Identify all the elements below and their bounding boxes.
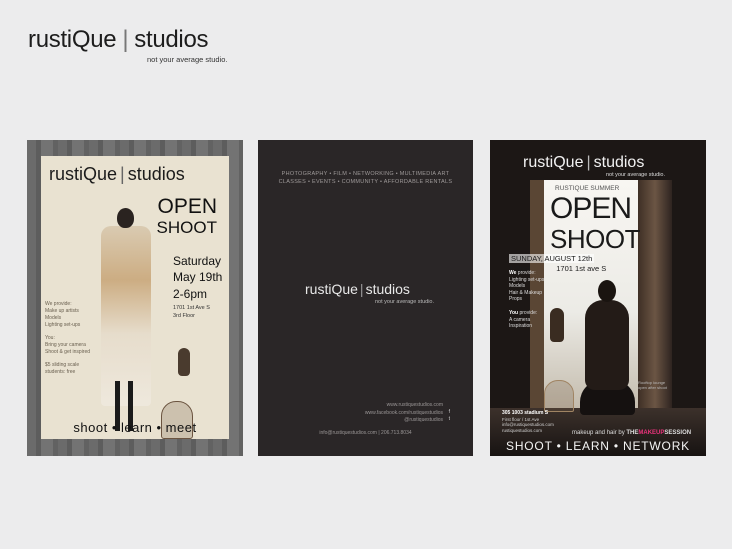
list-item: Lighting set-ups bbox=[45, 322, 81, 328]
poster1-brand-name: rustiQue bbox=[49, 164, 118, 184]
poster3-studios: studios bbox=[593, 154, 645, 171]
header-logo: rustiQue | studios bbox=[28, 26, 209, 54]
poster3-address: 1701 1st ave S bbox=[556, 264, 607, 273]
poster3-side-note: Rooftop lounge open after shoot bbox=[638, 380, 667, 390]
poster3-brand: rustiQue | studios bbox=[523, 154, 644, 172]
poster1-brand: rustiQue | studios bbox=[49, 164, 185, 185]
poster1-address-floor: 3rd Floor bbox=[173, 313, 196, 319]
poster1-time: 2-6pm bbox=[173, 287, 208, 301]
poster1-footer: shoot • learn • meet bbox=[73, 420, 197, 435]
poster2-services-line1: PHOTOGRAPHY • FILM • NETWORKING • MULTIM… bbox=[281, 171, 450, 177]
list-item: We provide: bbox=[45, 301, 72, 307]
facebook-icon: f bbox=[448, 409, 450, 415]
poster1-date: May 19th bbox=[173, 270, 223, 284]
venue-street: 305 1003 stadium S bbox=[502, 410, 549, 416]
poster1-shoot: SHOOT bbox=[156, 218, 217, 237]
owl-figure bbox=[550, 308, 564, 342]
website-link[interactable]: www.rustiquestudios.com bbox=[365, 402, 443, 410]
list-item: $5 sliding scale bbox=[45, 362, 80, 368]
poster3-credit: makeup and hair by THEMAKEUPSESSION bbox=[572, 430, 691, 436]
poster3-we-provide: We provide: Lighting set-ups Models Hair… bbox=[509, 270, 544, 303]
poster2-links: www.rustiquestudios.com www.facebook.com… bbox=[365, 402, 443, 425]
credit-name: MAKEUP bbox=[638, 430, 665, 436]
poster3-date: SUNDAY, AUGUST 12th bbox=[509, 254, 595, 263]
list-item: Props bbox=[509, 296, 523, 302]
list-item: You: bbox=[45, 335, 55, 341]
poster1-open: OPEN bbox=[157, 195, 217, 218]
twitter-link[interactable]: @rustiquestudios bbox=[365, 417, 443, 425]
model-dress bbox=[101, 226, 151, 406]
list-item: Shoot & get inspired bbox=[45, 349, 91, 355]
poster1-studios: studios bbox=[127, 164, 185, 184]
door-frame-left bbox=[530, 180, 544, 430]
poster2-brand-name: rustiQue bbox=[305, 281, 358, 297]
poster-back-black[interactable]: PHOTOGRAPHY • FILM • NETWORKING • MULTIM… bbox=[258, 140, 473, 456]
list-item: Models bbox=[45, 315, 62, 321]
facebook-link[interactable]: www.facebook.com/rustiquestudios bbox=[365, 410, 443, 418]
credit-session: SESSION bbox=[664, 430, 692, 436]
list-item: students: free bbox=[45, 369, 76, 375]
list-item: rustiquestudios.com bbox=[502, 427, 543, 433]
poster1-address: 1701 1st Ave S 3rd Floor bbox=[173, 304, 210, 320]
poster3-you-provide: You provide: A camera Inspiration bbox=[509, 310, 537, 330]
header-studios: studios bbox=[134, 26, 209, 53]
poster-summer-open-shoot[interactable]: rustiQue | studios not your average studio… bbox=[490, 140, 706, 456]
poster3-venue: 305 1003 stadium S First floor / 1st Ave… bbox=[502, 410, 554, 433]
poster2-contact: info@rustiquestudios.com | 206.713.8034 bbox=[319, 430, 412, 436]
list-item: Inspiration bbox=[509, 323, 533, 329]
we-label-rest: provide: bbox=[516, 270, 536, 276]
twitter-icon: t bbox=[448, 416, 450, 422]
birdcage bbox=[544, 380, 574, 412]
list-item: Bring your camera bbox=[45, 342, 86, 348]
poster2-divider: | bbox=[359, 281, 364, 297]
poster1-divider: | bbox=[120, 164, 125, 184]
poster3-divider: | bbox=[586, 154, 591, 171]
poster1-details: We provide: Make up artists Models Light… bbox=[45, 301, 90, 376]
poster3-shoot: SHOOT bbox=[550, 224, 640, 254]
header-brand: rustiQue bbox=[28, 26, 117, 53]
owl-figure bbox=[178, 348, 190, 376]
header-tagline: not your average studio. bbox=[147, 55, 228, 64]
you-label: You bbox=[509, 310, 519, 316]
seated-woman bbox=[580, 280, 635, 420]
poster2-studios: studios bbox=[365, 281, 410, 297]
woman-torso bbox=[585, 300, 629, 390]
poster-open-shoot-may[interactable]: rustiQue | studios OPEN SHOOT Saturday May… bbox=[27, 140, 243, 456]
poster3-open: OPEN bbox=[550, 192, 632, 225]
poster2-services: PHOTOGRAPHY • FILM • NETWORKING • MULTIM… bbox=[258, 170, 473, 186]
credit-the: THE bbox=[626, 430, 639, 436]
header-divider: | bbox=[122, 26, 129, 53]
model-head bbox=[117, 208, 134, 228]
poster1-address-street: 1701 1st Ave S bbox=[173, 305, 210, 311]
poster2-services-line2: CLASSES • EVENTS • COMMUNITY • AFFORDABL… bbox=[278, 179, 453, 185]
list-item: Make up artists bbox=[45, 308, 79, 314]
list-item: info@rustiquestudios.com bbox=[502, 422, 554, 427]
woman-head bbox=[598, 280, 616, 302]
list-item: open after shoot bbox=[638, 385, 667, 390]
poster2-brand: rustiQue | studios bbox=[305, 281, 410, 297]
credit-prefix: makeup and hair by bbox=[572, 430, 627, 436]
poster1-day: Saturday bbox=[173, 254, 222, 268]
you-label-rest: provide: bbox=[518, 310, 538, 316]
poster3-summer: RUSTIQUE SUMMER bbox=[555, 185, 620, 192]
poster1-paper: rustiQue | studios OPEN SHOOT Saturday May… bbox=[41, 156, 229, 439]
poster2-tagline: not your average studio. bbox=[375, 299, 435, 305]
poster3-tagline: not your average studio. bbox=[606, 172, 666, 178]
poster3-brand-name: rustiQue bbox=[523, 154, 584, 171]
poster3-footer: SHOOT • LEARN • NETWORK bbox=[506, 439, 690, 453]
